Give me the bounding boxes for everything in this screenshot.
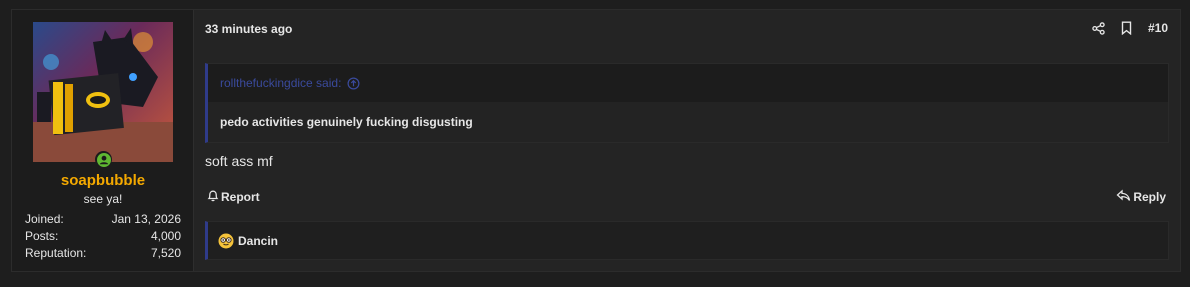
avatar-image bbox=[33, 22, 173, 162]
reply-button[interactable]: Reply bbox=[1116, 189, 1166, 205]
reaction-user[interactable]: Dancin bbox=[238, 234, 278, 248]
nerd-face-emoji-icon bbox=[218, 233, 234, 249]
post-header-actions: #10 bbox=[1092, 20, 1168, 36]
stat-value: 7,520 bbox=[150, 246, 181, 260]
quote-author[interactable]: rollthefuckingdice said: bbox=[220, 76, 341, 90]
user-title: see ya! bbox=[83, 192, 123, 206]
username[interactable]: soapbubble bbox=[12, 172, 194, 189]
post-timestamp[interactable]: 33 minutes ago bbox=[205, 22, 292, 36]
post-number[interactable]: #10 bbox=[1148, 21, 1168, 35]
stat-value: 4,000 bbox=[150, 229, 181, 243]
stat-posts: Posts: 4,000 bbox=[25, 228, 181, 245]
bookmark-icon[interactable] bbox=[1120, 20, 1134, 36]
arrow-up-circle-icon[interactable] bbox=[347, 77, 360, 90]
stat-joined: Joined: Jan 13, 2026 bbox=[25, 211, 181, 228]
quote-block: rollthefuckingdice said: pedo activities… bbox=[205, 63, 1169, 143]
stat-label: Posts: bbox=[25, 229, 59, 243]
report-button[interactable]: Report bbox=[207, 189, 260, 205]
reactions-bar[interactable]: Dancin bbox=[205, 221, 1169, 260]
user-stats: Joined: Jan 13, 2026 Posts: 4,000 Reputa… bbox=[25, 211, 181, 262]
stat-value: Jan 13, 2026 bbox=[111, 212, 181, 226]
quote-header[interactable]: rollthefuckingdice said: bbox=[208, 64, 1168, 102]
report-label: Report bbox=[221, 190, 260, 204]
reply-label: Reply bbox=[1133, 190, 1166, 204]
share-icon[interactable] bbox=[1092, 20, 1106, 36]
user-info-panel: soapbubble see ya! Joined: Jan 13, 2026 … bbox=[12, 10, 194, 271]
bell-icon bbox=[207, 189, 219, 205]
reply-arrow-icon bbox=[1116, 189, 1131, 205]
stat-label: Joined: bbox=[25, 212, 64, 226]
forum-post: soapbubble see ya! Joined: Jan 13, 2026 … bbox=[11, 9, 1181, 272]
stat-reputation: Reputation: 7,520 bbox=[25, 245, 181, 262]
avatar[interactable] bbox=[33, 22, 173, 162]
stat-label: Reputation: bbox=[25, 246, 87, 260]
quote-text: pedo activities genuinely fucking disgus… bbox=[208, 102, 1168, 142]
online-status-icon bbox=[95, 151, 112, 168]
post-content: 33 minutes ago #10 rollthefuckingdice sa… bbox=[195, 10, 1180, 271]
post-message: soft ass mf bbox=[205, 153, 273, 169]
